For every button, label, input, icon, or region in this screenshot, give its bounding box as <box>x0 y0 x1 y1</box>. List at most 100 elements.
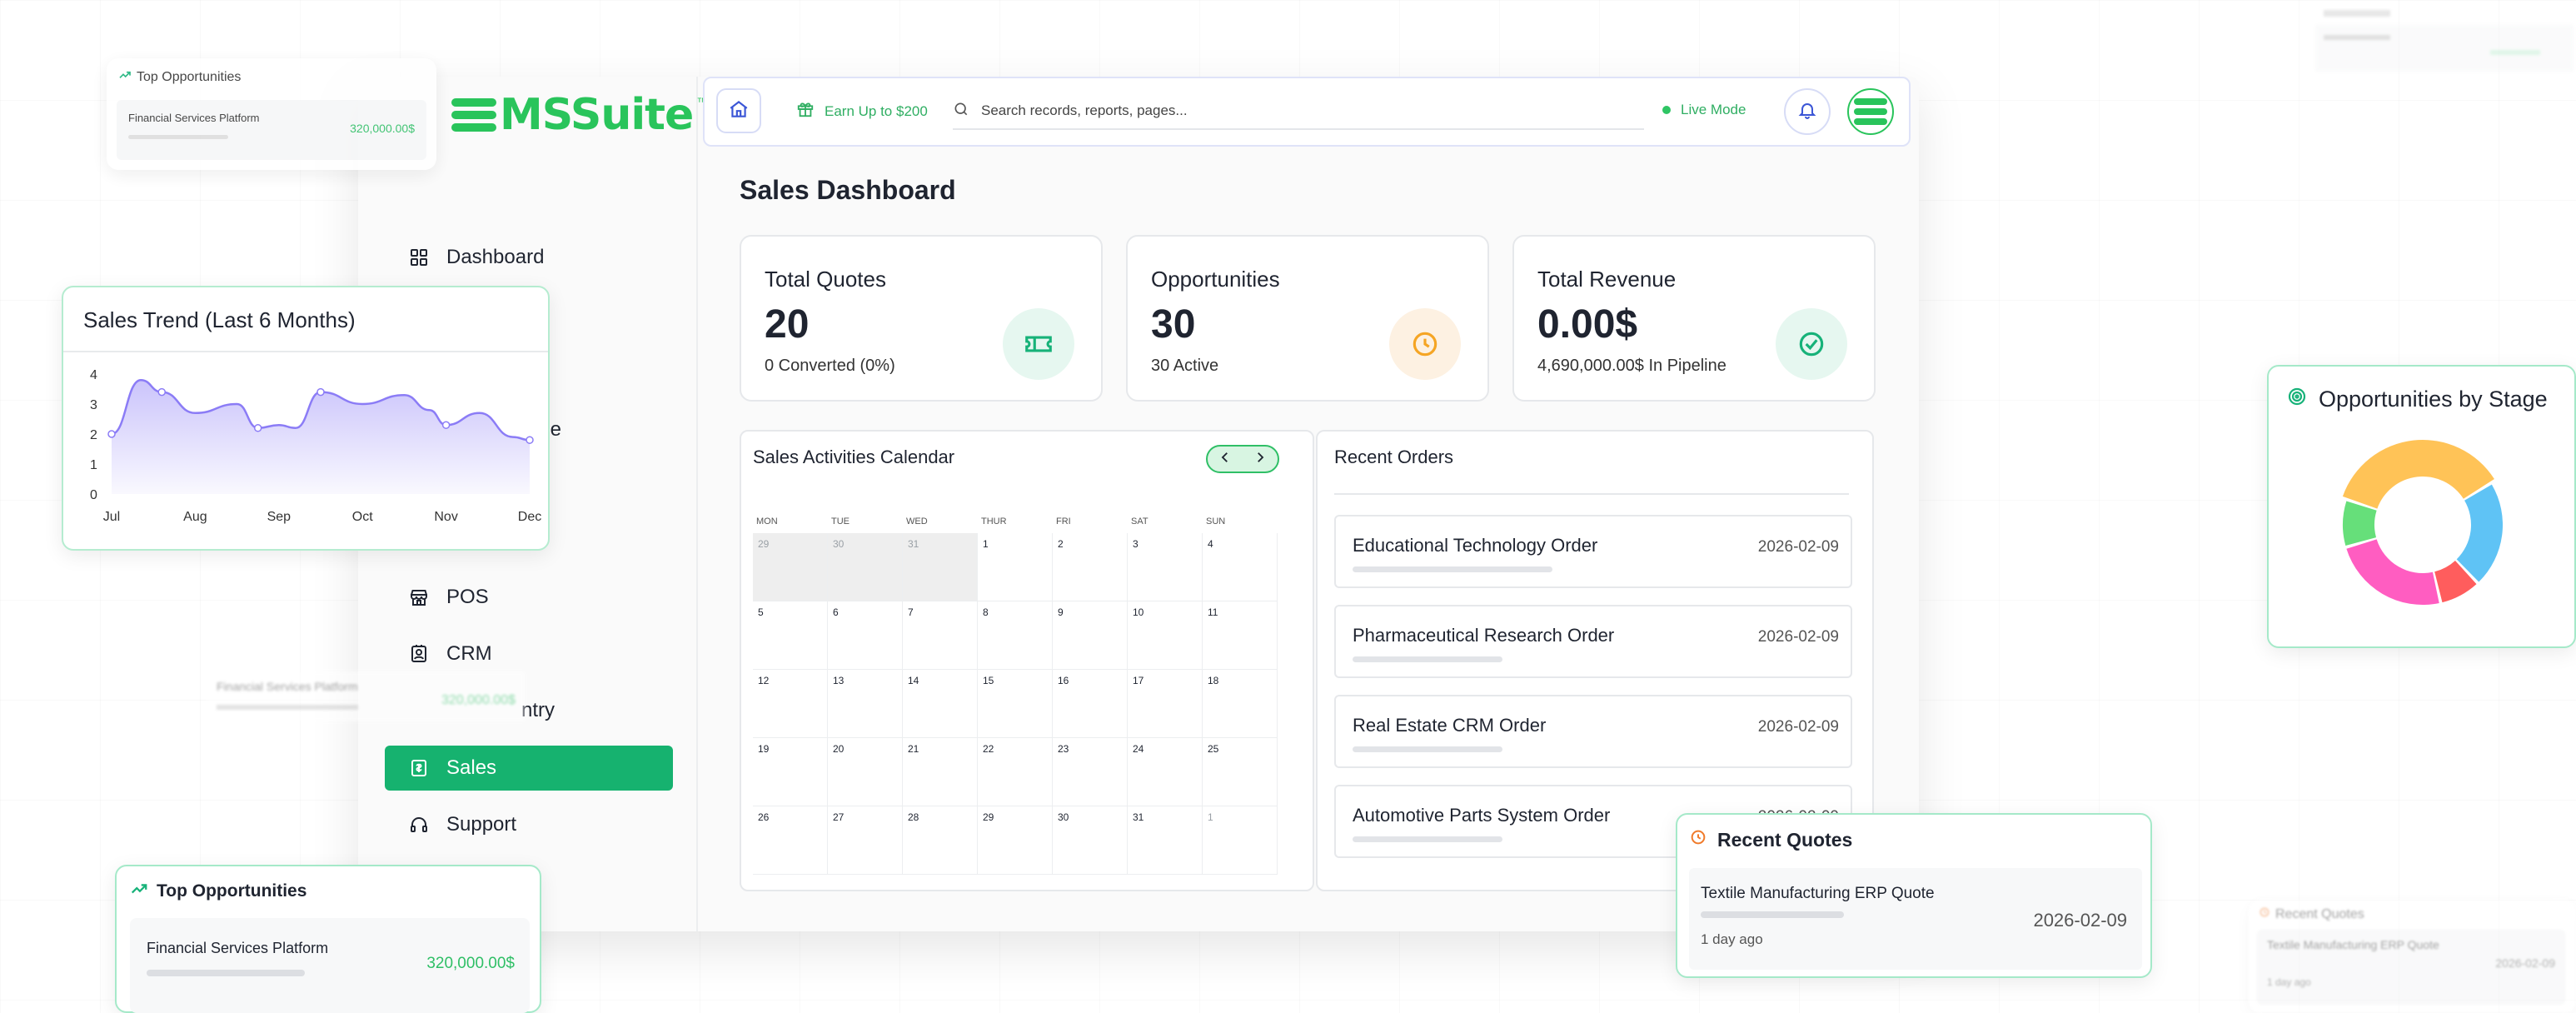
calendar-day[interactable]: 24 <box>1128 738 1203 806</box>
calendar-day[interactable]: 28 <box>903 806 978 875</box>
placeholder-bar <box>128 135 228 139</box>
ticket-icon <box>1003 308 1074 380</box>
sidebar-item-label: ntry <box>521 699 556 721</box>
calendar-day[interactable]: 31 <box>1128 806 1203 875</box>
calendar-week: 12 13 14 15 16 17 18 <box>753 670 1278 738</box>
sidebar-item-sales[interactable]: Sales <box>385 746 673 791</box>
ghost-opportunity-row: Financial Services Platform 320,000.00$ <box>208 671 525 721</box>
target-icon <box>2287 387 2307 412</box>
sidebar-item-label: CRM <box>446 642 492 665</box>
weekday-label: TUE <box>831 516 850 526</box>
sidebar-item-pos[interactable]: POS <box>385 575 673 620</box>
card-title: Top Opportunities <box>137 69 242 84</box>
calendar-day[interactable]: 12 <box>753 670 828 738</box>
ghost-name: Financial Services Platform <box>217 680 358 693</box>
placeholder-bar <box>147 970 305 976</box>
y-tick-label: 2 <box>90 428 97 442</box>
top-opportunities-card: Top Opportunities Financial Services Pla… <box>115 865 541 1013</box>
calendar-day[interactable]: 4 <box>1203 533 1278 601</box>
list-item[interactable]: Real Estate CRM Order 2026-02-09 <box>1334 695 1852 768</box>
ghost-value: 320,000.00$ <box>441 693 516 707</box>
search-bar <box>953 93 1644 130</box>
trend-point <box>316 387 325 397</box>
earn-link[interactable]: Earn Up to $200 <box>796 100 928 122</box>
calendar-day[interactable]: 5 <box>753 601 828 670</box>
calendar-day[interactable]: 6 <box>828 601 903 670</box>
check-circle-icon <box>1776 308 1847 380</box>
list-item[interactable]: Educational Technology Order 2026-02-09 <box>1334 515 1852 588</box>
calendar-day[interactable]: 1 <box>1203 806 1278 875</box>
calendar-day[interactable]: 26 <box>753 806 828 875</box>
calendar-day[interactable]: 15 <box>978 670 1053 738</box>
calendar-day[interactable]: 14 <box>903 670 978 738</box>
search-input[interactable] <box>981 102 1614 119</box>
calendar-day[interactable]: 25 <box>1203 738 1278 806</box>
calendar-day[interactable]: 9 <box>1053 601 1128 670</box>
calendar-weekdays: MON TUE WED THUR FRI SAT SUN <box>753 516 1278 533</box>
logo-mark <box>451 98 496 132</box>
sales-trend-chart: 0 1 2 3 4 Jul Aug Sep Oct Nov Dec <box>90 368 541 524</box>
calendar-day[interactable]: 31 <box>903 533 978 601</box>
calendar-day[interactable]: 2 <box>1053 533 1128 601</box>
list-item[interactable]: Financial Services Platform 320,000.00$ <box>130 918 530 1013</box>
weekday-label: SUN <box>1206 516 1226 526</box>
calendar-day[interactable]: 30 <box>828 533 903 601</box>
calendar-day[interactable]: 18 <box>1203 670 1278 738</box>
opportunity-name: Financial Services Platform <box>128 112 260 124</box>
grid-icon <box>408 247 430 268</box>
calendar-day[interactable]: 17 <box>1128 670 1203 738</box>
list-item[interactable]: Financial Services Platform 320,000.00$ <box>117 100 426 160</box>
notifications-button[interactable] <box>1784 88 1831 135</box>
opportunity-value: 320,000.00$ <box>426 955 515 972</box>
calendar-day[interactable]: 30 <box>1053 806 1128 875</box>
calendar-day[interactable]: 16 <box>1053 670 1128 738</box>
list-item[interactable]: Textile Manufacturing ERP Quote 1 day ag… <box>1689 868 2142 970</box>
chart-title: Sales Trend (Last 6 Months) <box>83 307 356 332</box>
sidebar-item-support[interactable]: Support <box>385 802 673 847</box>
calendar-day[interactable]: 8 <box>978 601 1053 670</box>
calendar-grid: MON TUE WED THUR FRI SAT SUN 29 30 31 1 … <box>753 516 1278 875</box>
chevron-left-icon[interactable] <box>1218 450 1233 469</box>
chevron-right-icon[interactable] <box>1253 450 1268 469</box>
live-mode-indicator[interactable]: Live Mode <box>1662 102 1746 118</box>
calendar-day[interactable]: 21 <box>903 738 978 806</box>
calendar-day[interactable]: 13 <box>828 670 903 738</box>
recent-orders-title: Recent Orders <box>1334 447 1454 467</box>
calendar-day[interactable]: 27 <box>828 806 903 875</box>
sales-icon <box>408 757 430 779</box>
app-logo[interactable]: MSSuite ™ <box>451 90 708 140</box>
calendar-day[interactable]: 29 <box>753 533 828 601</box>
list-item[interactable]: Pharmaceutical Research Order 2026-02-09 <box>1334 605 1852 678</box>
store-icon <box>408 586 430 608</box>
weekday-label: THUR <box>981 516 1007 526</box>
sidebar-item-label: Sales <box>446 756 497 779</box>
calendar-week: 5 6 7 8 9 10 11 <box>753 601 1278 670</box>
home-button[interactable] <box>716 88 761 133</box>
calendar-day[interactable]: 20 <box>828 738 903 806</box>
x-tick-label: Jul <box>103 510 120 524</box>
stat-value: 20 <box>765 302 810 347</box>
app-window: MSSuite ™ Dashboard ervice POS <box>358 77 1919 931</box>
calendar-day[interactable]: 7 <box>903 601 978 670</box>
calendar-week: 26 27 28 29 30 31 1 <box>753 806 1278 875</box>
user-avatar[interactable] <box>1847 88 1894 135</box>
calendar-day[interactable]: 3 <box>1128 533 1203 601</box>
card-title: Recent Quotes <box>1717 828 1853 851</box>
contact-icon <box>408 643 430 665</box>
clock-icon <box>1389 308 1461 380</box>
x-tick-label: Sep <box>267 510 291 524</box>
calendar-day[interactable]: 23 <box>1053 738 1128 806</box>
calendar-day[interactable]: 11 <box>1203 601 1278 670</box>
opportunity-value: 320,000.00$ <box>350 122 415 135</box>
calendar-day[interactable]: 29 <box>978 806 1053 875</box>
logo-text: MSSuite <box>500 90 694 140</box>
search-icon <box>953 101 969 122</box>
card-header: Recent Quotes <box>1689 828 1852 851</box>
sidebar-item-dashboard[interactable]: Dashboard <box>385 235 673 280</box>
y-tick-label: 0 <box>90 488 97 502</box>
calendar-day[interactable]: 19 <box>753 738 828 806</box>
calendar-day[interactable]: 10 <box>1128 601 1203 670</box>
calendar-day[interactable]: 22 <box>978 738 1053 806</box>
sidebar-item-crm[interactable]: CRM <box>385 631 673 676</box>
calendar-day[interactable]: 1 <box>978 533 1053 601</box>
